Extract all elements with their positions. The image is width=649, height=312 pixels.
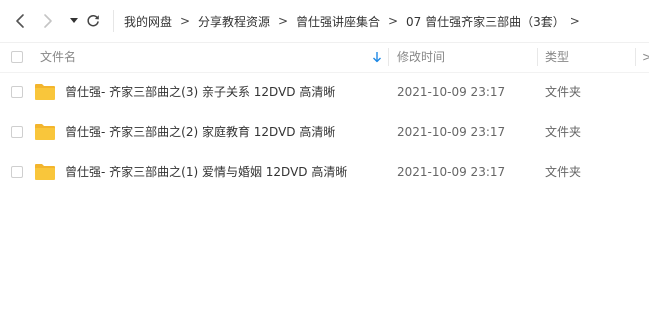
forward-arrow-icon — [44, 14, 52, 28]
file-name[interactable]: 曾仕强- 齐家三部曲之(2) 家庭教育 12DVD 高清晰 — [65, 112, 335, 152]
breadcrumb-item-my-drive[interactable]: 我的网盘 — [124, 13, 172, 30]
select-all-checkbox[interactable] — [11, 51, 23, 63]
refresh-icon — [87, 14, 99, 27]
file-row[interactable]: 曾仕强- 齐家三部曲之(2) 家庭教育 12DVD 高清晰 2021-10-09… — [0, 112, 649, 152]
file-row[interactable]: 曾仕强- 齐家三部曲之(1) 爱情与婚姻 12DVD 高清晰 2021-10-0… — [0, 152, 649, 192]
column-divider[interactable] — [635, 48, 636, 66]
file-name[interactable]: 曾仕强- 齐家三部曲之(3) 亲子关系 12DVD 高清晰 — [65, 72, 335, 112]
file-modified-time: 2021-10-09 23:17 — [397, 165, 506, 179]
file-modified-time: 2021-10-09 23:17 — [397, 85, 506, 99]
row-checkbox[interactable] — [11, 86, 23, 98]
back-button[interactable] — [12, 12, 28, 30]
file-type: 文件夹 — [545, 85, 582, 99]
back-arrow-icon — [16, 14, 24, 28]
row-checkbox[interactable] — [11, 166, 23, 178]
column-divider[interactable] — [388, 48, 389, 66]
column-header-modified[interactable]: 修改时间 — [397, 42, 445, 72]
file-name[interactable]: 曾仕强- 齐家三部曲之(1) 爱情与婚姻 12DVD 高清晰 — [65, 152, 347, 192]
breadcrumb-expand-arrow[interactable]: > — [565, 14, 585, 28]
file-row[interactable]: 曾仕强- 齐家三部曲之(3) 亲子关系 12DVD 高清晰 2021-10-09… — [0, 72, 649, 112]
toolbar-divider — [113, 10, 114, 32]
breadcrumb-item-current-folder[interactable]: 07 曾仕强齐家三部曲（3套） — [406, 13, 565, 30]
breadcrumb-separator: > — [179, 14, 191, 28]
file-modified-time: 2021-10-09 23:17 — [397, 125, 506, 139]
caret-down-icon — [70, 18, 78, 23]
folder-icon — [35, 164, 55, 180]
breadcrumb-item-lecture-collection[interactable]: 曾仕强讲座集合 — [296, 13, 380, 30]
refresh-button[interactable] — [85, 12, 101, 30]
breadcrumb-item-shared-resources[interactable]: 分享教程资源 — [198, 13, 270, 30]
file-list-header: 文件名 修改时间 类型 > — [0, 42, 649, 73]
breadcrumb: 我的网盘 > 分享教程资源 > 曾仕强讲座集合 > 07 曾仕强齐家三部曲（3套… — [124, 0, 585, 42]
toolbar: 我的网盘 > 分享教程资源 > 曾仕强讲座集合 > 07 曾仕强齐家三部曲（3套… — [0, 0, 649, 43]
column-divider[interactable] — [537, 48, 538, 66]
file-type: 文件夹 — [545, 125, 582, 139]
breadcrumb-separator: > — [278, 14, 289, 28]
file-type: 文件夹 — [545, 165, 582, 179]
column-header-name[interactable]: 文件名 — [40, 42, 76, 72]
forward-button[interactable] — [40, 12, 56, 30]
breadcrumb-separator: > — [388, 14, 399, 28]
column-header-overflow: > — [642, 50, 649, 64]
history-dropdown-button[interactable] — [66, 12, 82, 30]
folder-icon — [35, 124, 55, 140]
row-checkbox[interactable] — [11, 126, 23, 138]
column-header-type[interactable]: 类型 — [545, 42, 569, 72]
sort-descending-icon[interactable] — [372, 51, 382, 63]
folder-icon — [35, 84, 55, 100]
